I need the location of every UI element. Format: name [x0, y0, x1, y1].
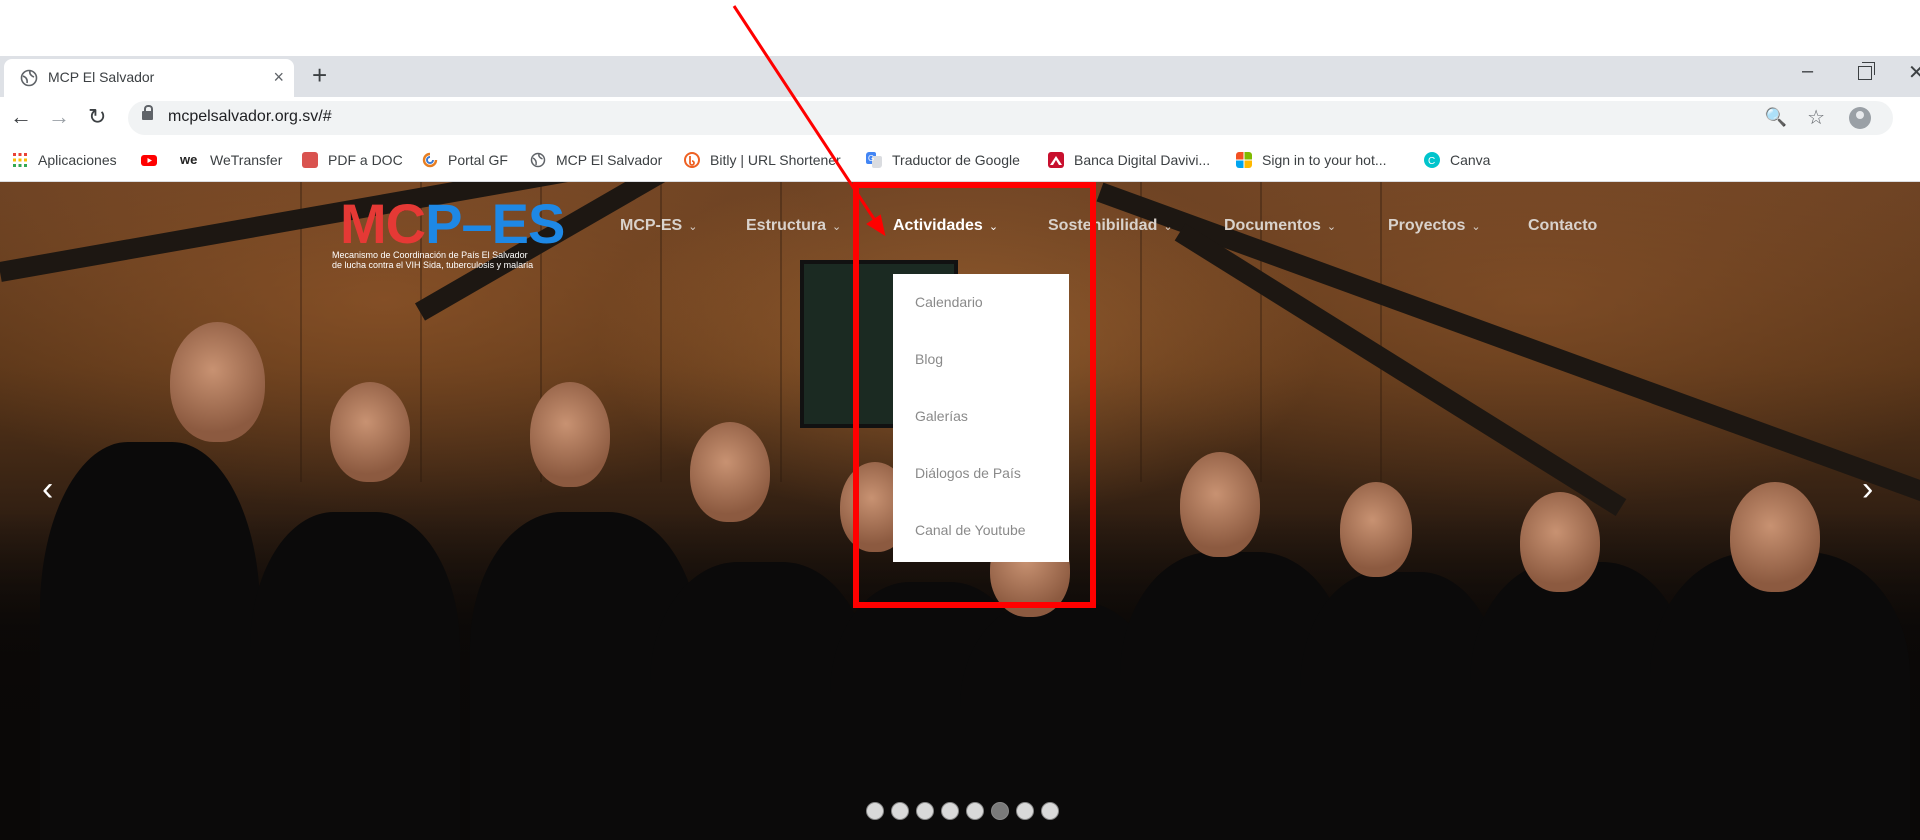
svg-text:C: C	[1428, 156, 1435, 167]
slider-dot[interactable]	[966, 802, 984, 820]
profile-icon[interactable]	[1849, 107, 1871, 129]
logo-letter: C	[385, 192, 426, 255]
bookmark-hotmail[interactable]: Sign in to your hot...	[1236, 149, 1387, 171]
pdf-doc-icon	[302, 152, 318, 168]
annotation-highlight-box	[853, 182, 1096, 608]
zoom-icon[interactable]: 🔍	[1765, 107, 1787, 128]
globe-icon	[20, 69, 38, 87]
browser-tab[interactable]: MCP El Salvador ×	[4, 59, 294, 97]
slider-dot[interactable]	[941, 802, 959, 820]
youtube-icon	[141, 155, 157, 166]
bookmark-label: Sign in to your hot...	[1262, 152, 1387, 168]
address-bar[interactable]: mcpelsalvador.org.sv/# 🔍 ☆	[128, 101, 1893, 135]
slider-dot[interactable]	[916, 802, 934, 820]
bookmark-label: WeTransfer	[210, 152, 283, 168]
bitly-icon	[684, 152, 700, 168]
bookmark-star-icon[interactable]: ☆	[1807, 105, 1825, 130]
restore-button[interactable]	[1858, 62, 1875, 80]
chevron-down-icon: ⌄	[688, 221, 698, 233]
nav-label: Contacto	[1528, 217, 1598, 234]
bookmark-traductor[interactable]: G Traductor de Google	[866, 149, 1020, 171]
slider-next-arrow[interactable]: ›	[1862, 472, 1873, 506]
nav-mcp-es[interactable]: MCP-ES ⌄	[620, 217, 697, 235]
nav-estructura[interactable]: Estructura ⌄	[746, 217, 841, 235]
nav-label: Estructura	[746, 217, 827, 234]
bookmarks-bar: Aplicaciones we WeTransfer PDF a DOC Por…	[0, 139, 1920, 182]
logo-letter: P	[425, 192, 462, 255]
logo-letter: –	[461, 192, 492, 255]
tab-title: MCP El Salvador	[48, 69, 155, 85]
bookmark-aplicaciones[interactable]: Aplicaciones	[12, 149, 117, 171]
slider-prev-arrow[interactable]: ‹	[42, 472, 53, 506]
slider-pagination	[866, 802, 1059, 820]
bookmark-label: MCP El Salvador	[556, 152, 663, 168]
logo-subtitle-line: Mecanismo de Coordinación de País El Sal…	[332, 250, 528, 260]
davivienda-icon	[1048, 152, 1064, 168]
chevron-down-icon: ⌄	[1326, 221, 1337, 233]
new-tab-button[interactable]: +	[312, 60, 327, 90]
bookmark-portal-gf[interactable]: Portal GF	[422, 149, 508, 171]
slider-dot[interactable]	[1041, 802, 1059, 820]
logo-wordmark: MCP–ES	[340, 192, 566, 255]
site-logo[interactable]: MCP–ES Mecanismo de Coordinación de País…	[330, 194, 570, 274]
slider-dot[interactable]	[866, 802, 884, 820]
reload-button[interactable]: ↻	[88, 103, 106, 131]
nav-label: MCP-ES	[620, 217, 683, 234]
slider-dot[interactable]	[891, 802, 909, 820]
bookmark-label: Traductor de Google	[892, 152, 1020, 168]
bookmark-label: Canva	[1450, 152, 1491, 168]
nav-label: Documentos	[1224, 217, 1321, 234]
bookmark-label: PDF a DOC	[328, 152, 403, 168]
chevron-down-icon: ⌄	[1163, 221, 1173, 233]
bookmark-label: Portal GF	[448, 152, 508, 168]
nav-proyectos[interactable]: Proyectos ⌄	[1388, 217, 1481, 235]
logo-letter: ES	[491, 192, 566, 255]
nav-label: Proyectos	[1388, 217, 1466, 234]
slider-dot[interactable]	[1016, 802, 1034, 820]
bookmark-label: Bitly | URL Shortener	[710, 152, 841, 168]
microsoft-icon	[1236, 152, 1252, 168]
chevron-down-icon: ⌄	[832, 221, 842, 233]
chevron-down-icon: ⌄	[1471, 221, 1481, 233]
nav-contacto[interactable]: Contacto	[1528, 217, 1597, 235]
url-text[interactable]: mcpelsalvador.org.sv/#	[168, 108, 332, 126]
portal-gf-icon	[422, 152, 438, 168]
slider-dot-active[interactable]	[991, 802, 1009, 820]
bookmark-pdf-a-doc[interactable]: PDF a DOC	[302, 149, 403, 171]
bookmark-label: Banca Digital Davivi...	[1074, 152, 1211, 168]
lock-icon	[142, 105, 153, 120]
google-translate-icon: G	[866, 152, 882, 168]
logo-subtitle: Mecanismo de Coordinación de País El Sal…	[332, 250, 533, 270]
close-window-button[interactable]: ✕	[1908, 60, 1920, 85]
logo-letter: M	[340, 192, 387, 255]
logo-subtitle-line: de lucha contra el VIH Sida, tuberculosi…	[332, 260, 534, 270]
tab-strip: MCP El Salvador × + – ✕	[0, 56, 1920, 97]
bookmark-youtube[interactable]	[141, 149, 157, 171]
browser-toolbar: ← → ↻ mcpelsalvador.org.sv/# 🔍 ☆	[0, 97, 1920, 139]
back-button[interactable]: ←	[10, 103, 32, 131]
nav-documentos[interactable]: Documentos ⌄	[1224, 217, 1336, 235]
forward-button[interactable]: →	[48, 103, 70, 131]
svg-text:G: G	[868, 154, 874, 163]
bookmark-canva[interactable]: C Canva	[1424, 149, 1490, 171]
bookmark-bitly[interactable]: Bitly | URL Shortener	[684, 149, 841, 171]
bookmark-mcp-el-salvador[interactable]: MCP El Salvador	[530, 149, 662, 171]
bookmark-davivienda[interactable]: Banca Digital Davivi...	[1048, 149, 1210, 171]
wetransfer-icon: we	[180, 152, 198, 167]
globe-icon	[530, 152, 546, 168]
minimize-button[interactable]: –	[1802, 60, 1813, 83]
apps-grid-icon	[13, 153, 27, 167]
tab-close-icon[interactable]: ×	[273, 66, 284, 88]
bookmark-wetransfer[interactable]: we WeTransfer	[180, 149, 282, 171]
canva-icon: C	[1424, 152, 1440, 168]
bookmark-label: Aplicaciones	[38, 152, 117, 168]
